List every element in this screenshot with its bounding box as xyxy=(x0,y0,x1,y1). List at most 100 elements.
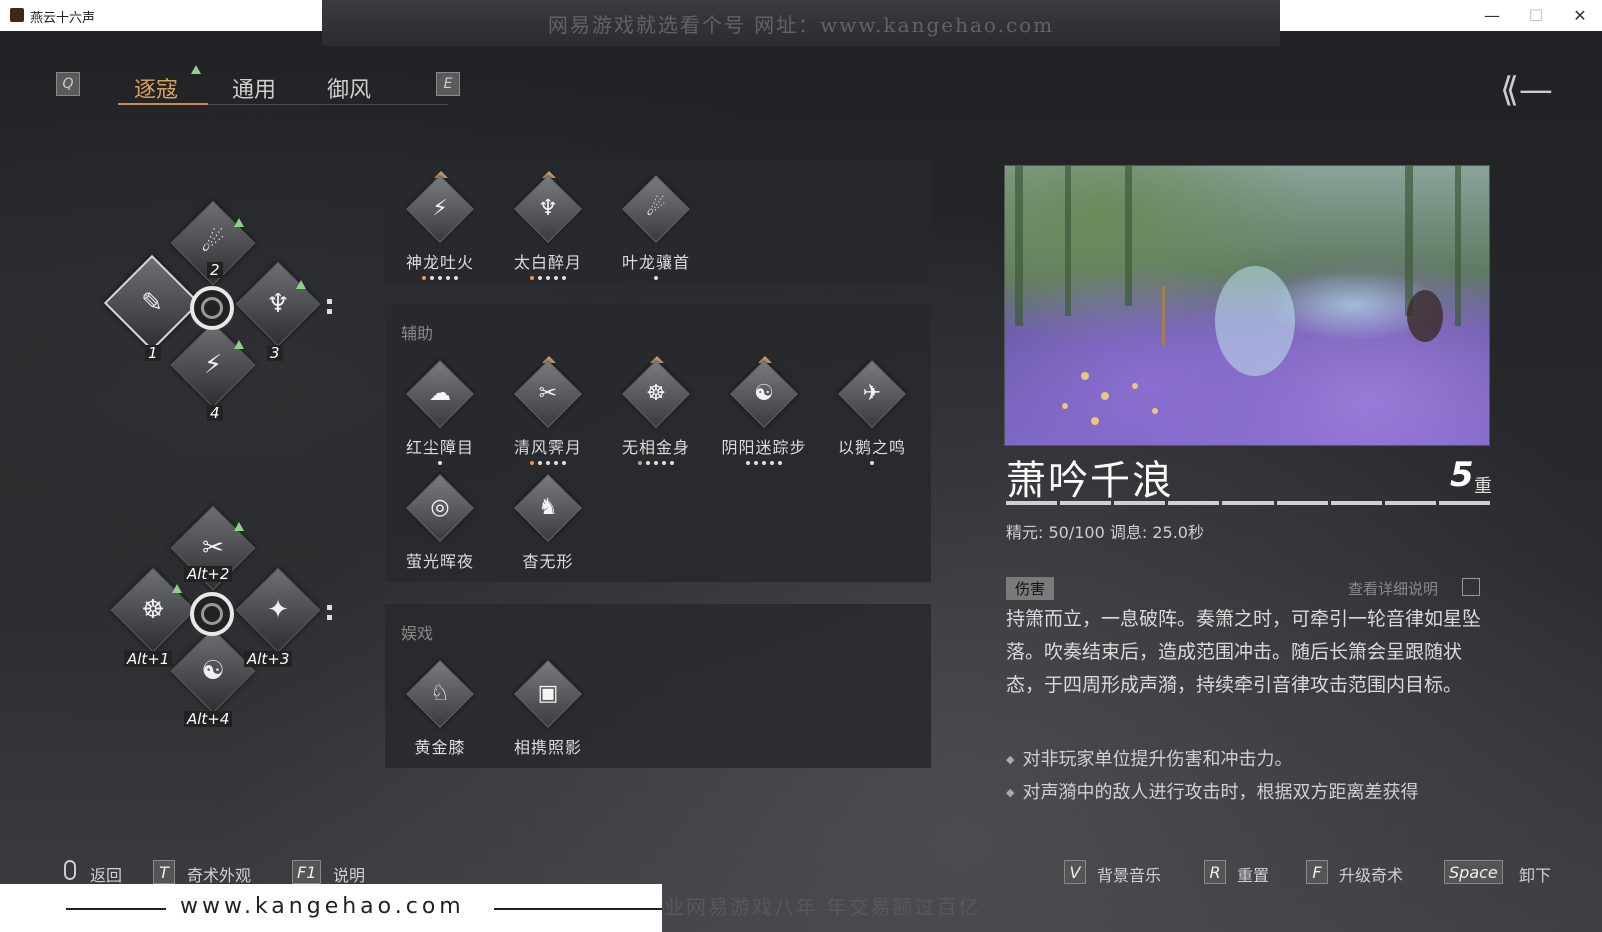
rank-dot xyxy=(554,461,558,465)
skill-diamond: ☁ xyxy=(406,360,474,428)
skill-card[interactable]: ☁ 红尘障目 xyxy=(390,360,490,467)
rank-dot xyxy=(670,461,674,465)
skill-rank-dots xyxy=(714,461,814,467)
skill-icon: ♞ xyxy=(538,495,558,520)
details-list-icon[interactable] xyxy=(1462,578,1480,596)
footer-reset-label[interactable]: 重置 xyxy=(1237,862,1269,886)
back-arrow-icon[interactable]: ⟪— xyxy=(1500,70,1553,110)
skill-diamond: ⚡ xyxy=(406,175,474,243)
rank-dot xyxy=(654,276,658,280)
minimize-button[interactable]: — xyxy=(1472,4,1512,28)
skill-card[interactable]: ☸ 无相金身 xyxy=(606,356,706,467)
skill-bullet: 对声漪中的敌人进行攻击时，根据双方距离差获得 xyxy=(1006,778,1418,804)
skill-card[interactable]: ◎ 萤光晖夜 xyxy=(390,474,490,572)
skill-icon: ◎ xyxy=(430,495,450,520)
footer-appearance-label[interactable]: 奇术外观 xyxy=(187,862,251,886)
footer-music-label[interactable]: 背景音乐 xyxy=(1097,862,1161,886)
skill-icon: ✦ xyxy=(267,595,289,625)
skill-card[interactable]: ⚡ 神龙吐火 xyxy=(390,171,490,282)
slot-number: Alt+1 xyxy=(124,651,173,667)
rank-dot xyxy=(538,276,542,280)
skill-icon: ✎ xyxy=(141,288,163,318)
slot-number: Alt+3 xyxy=(244,651,293,667)
footer-key[interactable]: T xyxy=(153,860,175,884)
slot-number: 3 xyxy=(267,345,283,361)
footer-key[interactable]: Space xyxy=(1444,860,1503,884)
skill-diamond: ♘ xyxy=(406,660,474,728)
page-marker xyxy=(327,615,332,620)
wheel-center-icon xyxy=(190,286,234,330)
next-tab-key[interactable]: E xyxy=(436,72,460,96)
rank-dot xyxy=(770,461,774,465)
skill-card[interactable]: ✈ 以鹅之鸣 xyxy=(822,360,922,467)
skill-icon: ▣ xyxy=(537,681,559,706)
skill-card[interactable]: ♆ 太白醉月 xyxy=(498,171,598,282)
rank-dot xyxy=(430,276,434,280)
rank-dot xyxy=(538,461,542,465)
skill-description: 持箫而立，一息破阵。奏箫之时，可牵引一轮音律如星坠落。吹奏结束后，造成范围冲击。… xyxy=(1006,608,1482,696)
page-marker xyxy=(327,299,332,304)
tab-yufeng[interactable]: 御风 xyxy=(327,72,371,104)
close-button[interactable]: ✕ xyxy=(1560,4,1600,28)
slot-number: 1 xyxy=(145,345,161,361)
window-title: 燕云十六声 xyxy=(30,11,96,26)
skill-diamond: ✈ xyxy=(838,360,906,428)
rank-dot xyxy=(438,276,442,280)
skill-name: 以鹅之鸣 xyxy=(837,438,906,457)
skill-diamond: ♆ xyxy=(514,175,582,243)
skill-name: 相携照影 xyxy=(513,738,582,757)
footer-back-label[interactable]: 返回 xyxy=(90,862,122,886)
upgrade-indicator-icon xyxy=(172,584,182,593)
rank-dot-filled xyxy=(530,276,534,280)
level-progress-bar xyxy=(1006,501,1490,505)
level-segment xyxy=(1060,501,1112,505)
level-segment xyxy=(1168,501,1220,505)
slot-number: Alt+4 xyxy=(184,711,233,727)
prev-tab-key[interactable]: Q xyxy=(56,72,80,96)
view-details-link[interactable]: 查看详细说明 xyxy=(1348,578,1438,599)
footer-upgrade-label[interactable]: 升级奇术 xyxy=(1339,862,1403,886)
group-label: 辅助 xyxy=(401,324,434,343)
skill-card[interactable]: ♘ 黄金膝 xyxy=(390,660,490,758)
skill-diamond: ◎ xyxy=(406,474,474,542)
rank-dot xyxy=(646,461,650,465)
group-label: 娱戏 xyxy=(401,624,434,643)
slot-number: Alt+2 xyxy=(184,566,233,582)
skill-name: 清风霁月 xyxy=(513,438,582,457)
level-segment xyxy=(1330,501,1382,505)
app-icon xyxy=(10,8,24,22)
maximize-button[interactable]: ☐ xyxy=(1516,4,1556,28)
footer-help-label[interactable]: 说明 xyxy=(333,862,365,886)
skill-name: 叶龙骧首 xyxy=(621,253,690,272)
footer-key[interactable]: F1 xyxy=(292,860,322,884)
footer-unequip-label[interactable]: 卸下 xyxy=(1519,862,1551,886)
skill-card[interactable]: ☄ 叶龙骧首 xyxy=(606,175,706,282)
upgrade-indicator-icon xyxy=(296,280,306,289)
level-segment xyxy=(1438,501,1490,505)
watermark-url: www.kangehao.com xyxy=(180,894,465,919)
footer-key[interactable]: V xyxy=(1064,860,1086,884)
skill-rank-dots xyxy=(606,276,706,282)
skill-card[interactable]: ♞ 杳无形 xyxy=(498,474,598,572)
upgrade-indicator-icon xyxy=(234,340,244,349)
rank-dot xyxy=(546,276,550,280)
footer-key[interactable]: F xyxy=(1306,860,1328,884)
level-segment xyxy=(1276,501,1328,505)
skill-icon: ☄ xyxy=(646,196,666,221)
mouse-icon xyxy=(64,860,76,880)
skill-level-unit: 重 xyxy=(1474,476,1492,497)
footer-key[interactable]: R xyxy=(1204,860,1226,884)
rank-dot xyxy=(870,461,874,465)
skill-card[interactable]: ☯ 阴阳迷踪步 xyxy=(714,356,814,467)
skill-diamond: ♞ xyxy=(514,474,582,542)
skill-name: 萤光晖夜 xyxy=(405,552,474,571)
skill-name: 太白醉月 xyxy=(513,253,582,272)
skill-stats: 精元: 50/100 调息: 25.0秒 xyxy=(1006,523,1204,542)
tab-zhukou[interactable]: 逐寇 xyxy=(134,72,178,104)
skill-card[interactable]: ▣ 相携照影 xyxy=(498,660,598,758)
rank-dot xyxy=(446,276,450,280)
tab-tongyong[interactable]: 通用 xyxy=(232,72,276,104)
skill-card[interactable]: ✂ 清风霁月 xyxy=(498,356,598,467)
preview-scene xyxy=(1015,166,1461,425)
skill-icon: ⚡ xyxy=(432,196,448,221)
